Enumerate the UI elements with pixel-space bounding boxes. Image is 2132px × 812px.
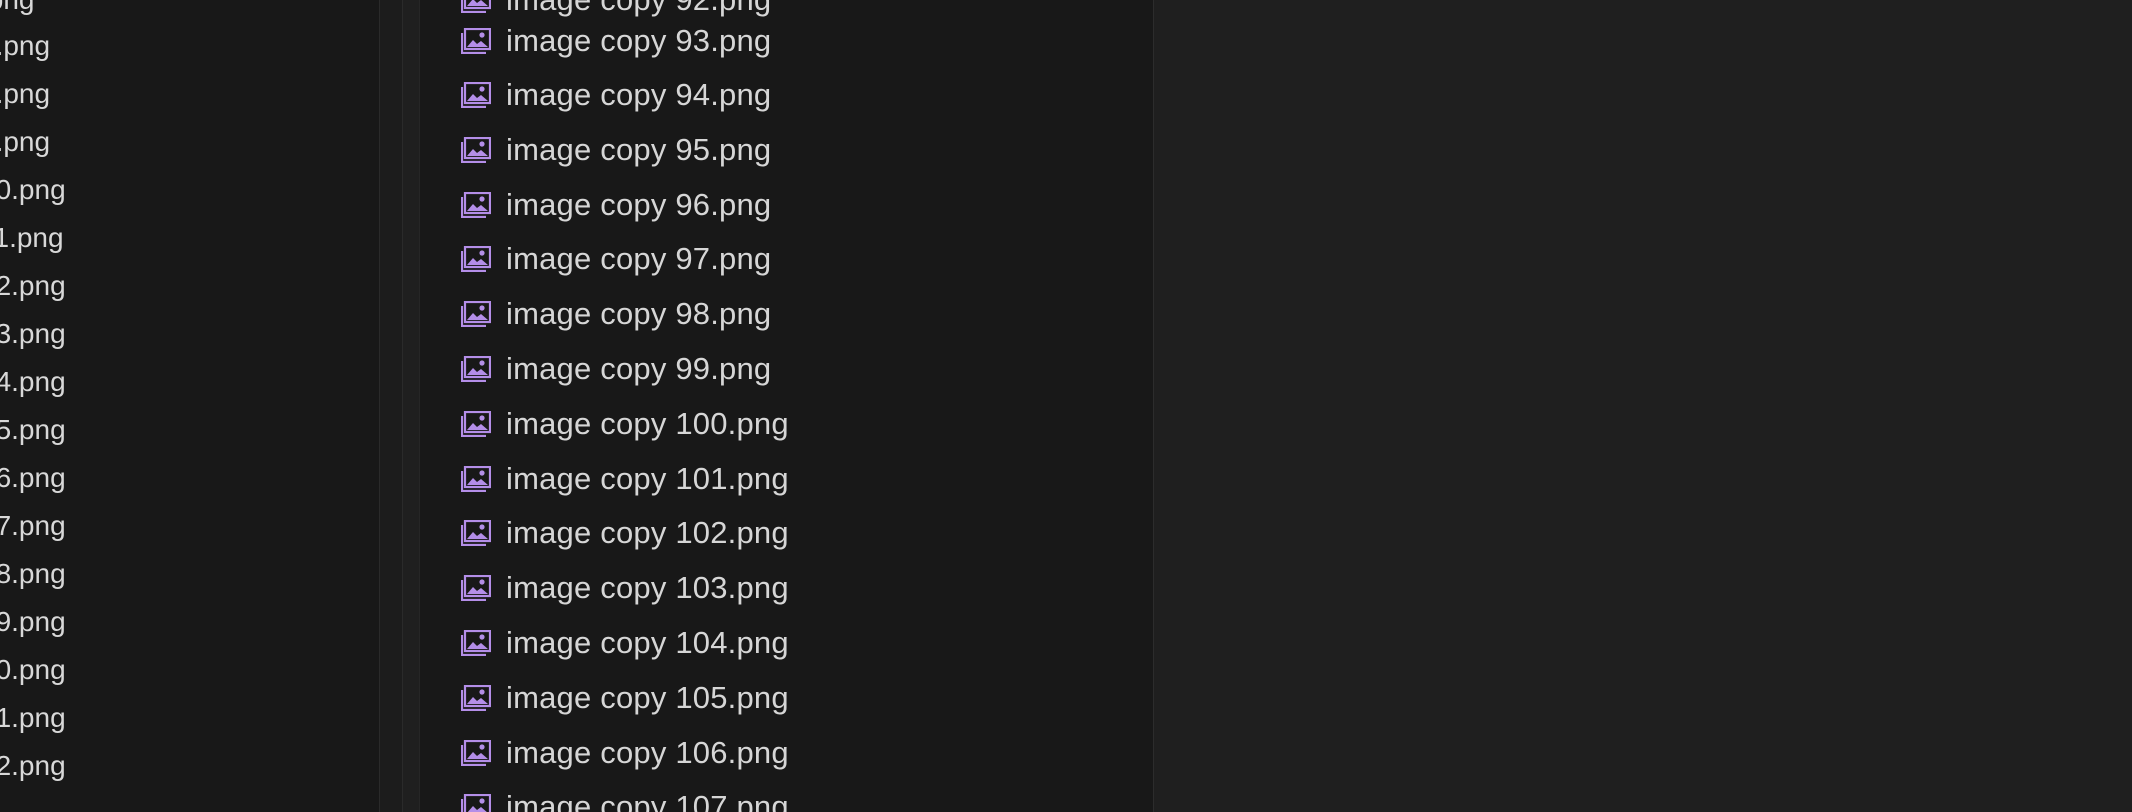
left-list-item[interactable]: 7.png xyxy=(0,26,50,66)
image-file-icon xyxy=(461,28,491,54)
left-file-list: .png 7.png 8.png 9.png 10.png 11.png 12.… xyxy=(0,0,379,812)
image-file-icon xyxy=(461,520,491,546)
list-item[interactable]: image copy 97.png xyxy=(420,232,1153,286)
file-name: image copy 97.png xyxy=(506,241,772,276)
left-list-item[interactable]: 16.png xyxy=(0,458,66,498)
file-name: image copy 94.png xyxy=(506,77,772,112)
left-list-item[interactable]: 21.png xyxy=(0,698,66,738)
file-name: image copy 106.png xyxy=(506,735,789,770)
left-list-item[interactable]: 10.png xyxy=(0,170,66,210)
file-name: image copy 93.png xyxy=(506,23,772,58)
image-file-icon xyxy=(461,301,491,327)
panel-divider[interactable] xyxy=(379,0,403,812)
explorer-screen: .png 7.png 8.png 9.png 10.png 11.png 12.… xyxy=(0,0,2132,812)
list-item[interactable]: image copy 105.png xyxy=(420,671,1153,725)
file-name: image copy 96.png xyxy=(506,187,772,222)
file-name: image copy 99.png xyxy=(506,351,772,386)
image-file-icon xyxy=(461,411,491,437)
left-list-item[interactable]: 11.png xyxy=(0,218,64,258)
list-item[interactable]: image copy 102.png xyxy=(420,506,1153,560)
left-list-item[interactable]: 13.png xyxy=(0,314,66,354)
image-file-icon xyxy=(461,82,491,108)
left-list-item[interactable]: 22.png xyxy=(0,746,66,786)
list-item[interactable]: image copy 96.png xyxy=(420,178,1153,232)
left-list-item[interactable]: 20.png xyxy=(0,650,66,690)
image-file-icon xyxy=(461,575,491,601)
file-name: image copy 98.png xyxy=(506,296,772,331)
list-item[interactable]: image copy 100.png xyxy=(420,397,1153,451)
left-list-item[interactable]: 8.png xyxy=(0,74,50,114)
list-item[interactable]: image copy 103.png xyxy=(420,561,1153,615)
image-file-icon xyxy=(461,630,491,656)
file-name: image copy 105.png xyxy=(506,680,789,715)
image-file-icon xyxy=(461,794,491,812)
file-name: image copy 107.png xyxy=(506,789,789,812)
file-name: image copy 101.png xyxy=(506,461,789,496)
list-item[interactable]: image copy 106.png xyxy=(420,726,1153,780)
list-item[interactable]: image copy 93.png xyxy=(420,14,1153,68)
file-name: image copy 102.png xyxy=(506,515,789,550)
preview-area xyxy=(1154,0,2132,812)
left-list-item[interactable]: 15.png xyxy=(0,410,66,450)
list-item[interactable]: image copy 95.png xyxy=(420,123,1153,177)
left-list-item[interactable]: .png xyxy=(0,0,35,20)
image-file-icon xyxy=(461,466,491,492)
image-file-icon xyxy=(461,137,491,163)
image-file-list: image copy 92.png image copy 93.png imag… xyxy=(419,0,1154,812)
image-file-icon xyxy=(461,192,491,218)
image-file-icon xyxy=(461,246,491,272)
list-item[interactable]: image copy 98.png xyxy=(420,287,1153,341)
list-item[interactable]: image copy 94.png xyxy=(420,68,1153,122)
file-name: image copy 95.png xyxy=(506,132,772,167)
image-file-icon xyxy=(461,356,491,382)
left-list-item[interactable]: 9.png xyxy=(0,122,50,162)
left-list-item[interactable]: 19.png xyxy=(0,602,66,642)
image-file-icon xyxy=(461,685,491,711)
file-name: image copy 100.png xyxy=(506,406,789,441)
image-file-icon xyxy=(461,740,491,766)
left-list-item[interactable]: 17.png xyxy=(0,506,66,546)
left-list-item[interactable]: 14.png xyxy=(0,362,66,402)
left-list-item[interactable]: 12.png xyxy=(0,266,66,306)
list-item[interactable]: image copy 101.png xyxy=(420,452,1153,506)
image-file-icon xyxy=(461,0,491,13)
left-list-item[interactable]: 18.png xyxy=(0,554,66,594)
list-item[interactable]: image copy 99.png xyxy=(420,342,1153,396)
list-item[interactable]: image copy 107.png xyxy=(420,780,1153,812)
file-name: image copy 103.png xyxy=(506,570,789,605)
list-item[interactable]: image copy 104.png xyxy=(420,616,1153,670)
file-name: image copy 104.png xyxy=(506,625,789,660)
